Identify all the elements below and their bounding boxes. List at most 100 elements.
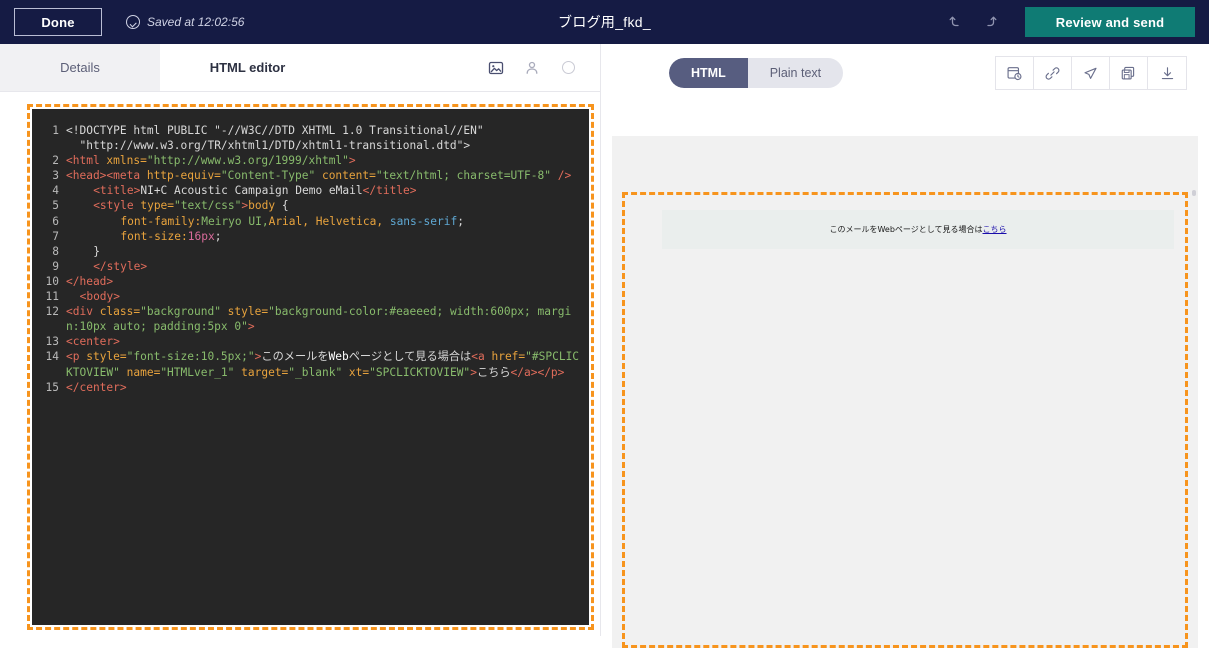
status-circle-button[interactable] — [558, 58, 578, 78]
code-token: ; — [214, 229, 222, 243]
preview-pane: HTML Plain text このメールをWebページとして見る場合はこちら — [600, 44, 1209, 648]
code-line: 7 font-size:16px; — [32, 229, 583, 244]
code-token: xmlns= — [106, 154, 147, 168]
code-token: type= — [140, 199, 175, 213]
code-token: content= — [315, 169, 376, 183]
code-token: "_blank" — [288, 365, 343, 379]
tab-details[interactable]: Details — [0, 44, 160, 91]
save-copy-button[interactable] — [1110, 57, 1148, 89]
undo-button[interactable] — [939, 5, 973, 39]
download-button[interactable] — [1148, 57, 1186, 89]
code-token: </title> — [362, 184, 417, 198]
code-token: Web — [328, 350, 349, 364]
redo-button[interactable] — [973, 5, 1007, 39]
code-token: <a — [471, 350, 492, 364]
preview-dashed-border: このメールをWebページとして見る場合はこちら — [622, 192, 1188, 648]
code-line: 6 font-family:Meiryo UI,Arial, Helvetica,… — [32, 214, 583, 229]
check-circle-icon — [126, 15, 140, 29]
person-icon — [526, 61, 538, 74]
line-number: 2 — [52, 154, 59, 168]
code-line: 10 </head> — [32, 274, 583, 289]
line-number: 1 — [52, 124, 59, 137]
undo-arrow-icon — [949, 16, 959, 27]
code-token: "http://www.w3.org/1999/xhtml" — [146, 154, 349, 168]
code-token: } — [93, 244, 100, 258]
code-line: 4 <title>NI+C Acoustic Campaign Demo eMai… — [32, 183, 583, 198]
html-code-editor[interactable]: 1 <!DOCTYPE html PUBLIC "-//W3C//DTD XHTM… — [32, 109, 589, 625]
send-icon — [1084, 67, 1097, 79]
code-token: "background" — [140, 305, 221, 319]
line-number: 4 — [52, 184, 59, 198]
code-token: こちら — [476, 365, 511, 379]
code-line: 9 </style> — [32, 259, 583, 274]
code-line-source: <title>NI+C Acoustic Campaign Demo eMail… — [66, 183, 583, 198]
preview-schedule-button[interactable] — [996, 57, 1034, 89]
editor-tab-icons — [486, 44, 600, 91]
code-token: style= — [86, 350, 127, 364]
download-icon — [1161, 66, 1173, 79]
code-token: <p — [66, 350, 87, 364]
preview-toolbar: HTML Plain text — [601, 44, 1209, 102]
toggle-html[interactable]: HTML — [669, 58, 748, 88]
code-line-source: font-family:Meiryo UI,Arial, Helvetica, … — [66, 214, 583, 229]
code-line-source: <html xmlns="http://www.w3.org/1999/xhtm… — [66, 153, 583, 168]
tab-html-editor[interactable]: HTML editor — [160, 44, 335, 91]
code-token: <body> — [79, 290, 121, 304]
code-token: </style> — [93, 259, 148, 273]
line-number: 5 — [52, 199, 59, 213]
image-placeholder-button[interactable] — [486, 58, 506, 78]
email-view-online-link[interactable]: こちら — [983, 225, 1007, 234]
line-number: 10 — [45, 274, 59, 288]
line-number: 7 — [52, 229, 59, 243]
code-token: > — [470, 365, 477, 379]
code-token: </a></p> — [510, 365, 565, 379]
code-token: 16px — [187, 229, 215, 243]
preview-canvas: このメールをWebページとして見る場合はこちら — [612, 136, 1198, 648]
code-token: <div — [66, 305, 100, 319]
preview-action-icons — [995, 56, 1187, 90]
code-line: 2 <html xmlns="http://www.w3.org/1999/xht… — [32, 153, 583, 168]
code-token: このメールを — [261, 350, 329, 364]
preview-scrollbar[interactable] — [1192, 190, 1196, 196]
code-line: 3 <head><meta http-equiv="Content-Type" c… — [32, 168, 583, 183]
code-line: 13 <center> — [32, 334, 583, 349]
code-token: NI+C Acoustic Campaign Demo eMail — [140, 184, 363, 198]
code-token: style= — [220, 305, 269, 319]
done-button[interactable]: Done — [14, 8, 102, 36]
code-token: <html — [66, 154, 107, 168]
link-icon — [1045, 66, 1060, 80]
save-copy-icon — [1121, 66, 1135, 79]
personalization-button[interactable] — [522, 58, 542, 78]
toggle-plain-text[interactable]: Plain text — [748, 58, 843, 88]
send-test-button[interactable] — [1072, 57, 1110, 89]
code-token: ページとして見る場合は — [348, 350, 472, 364]
code-token: </head> — [66, 274, 114, 288]
code-line-source: <style type="text/css">body { — [66, 198, 583, 213]
code-token: body — [248, 199, 282, 213]
code-token: <head><meta — [66, 169, 147, 183]
top-toolbar: Done Saved at 12:02:56 ブログ用_fkd_ Review … — [0, 0, 1209, 44]
code-token: font-family: — [120, 214, 202, 228]
code-token: target= — [234, 365, 289, 379]
code-line: 11 <body> — [32, 289, 583, 304]
code-line-source: <body> — [66, 289, 583, 304]
email-view-online-text: このメールをWebページとして見る場合は — [829, 225, 983, 234]
code-token: sans-serif — [389, 214, 458, 228]
email-view-online-line: このメールをWebページとして見る場合はこちら — [662, 224, 1174, 235]
saved-status: Saved at 12:02:56 — [126, 15, 244, 29]
review-and-send-button[interactable]: Review and send — [1025, 7, 1195, 37]
code-line-source: </head> — [66, 274, 583, 289]
html-editor-border: 1 <!DOCTYPE html PUBLIC "-//W3C//DTD XHTM… — [27, 104, 594, 630]
code-token: font-size: — [120, 229, 188, 243]
code-line-source: </style> — [66, 259, 583, 274]
code-token: { — [281, 199, 289, 213]
code-line: 5 <style type="text/css">body { — [32, 198, 583, 213]
line-number: 6 — [52, 214, 59, 228]
line-number: 12 — [45, 305, 59, 319]
code-line-source: <center> — [66, 334, 583, 349]
code-token: "Content-Type" — [220, 169, 316, 183]
code-token: href= — [491, 350, 526, 364]
link-button[interactable] — [1034, 57, 1072, 89]
code-line-source: font-size:16px; — [66, 229, 583, 244]
code-token: > — [247, 320, 255, 334]
